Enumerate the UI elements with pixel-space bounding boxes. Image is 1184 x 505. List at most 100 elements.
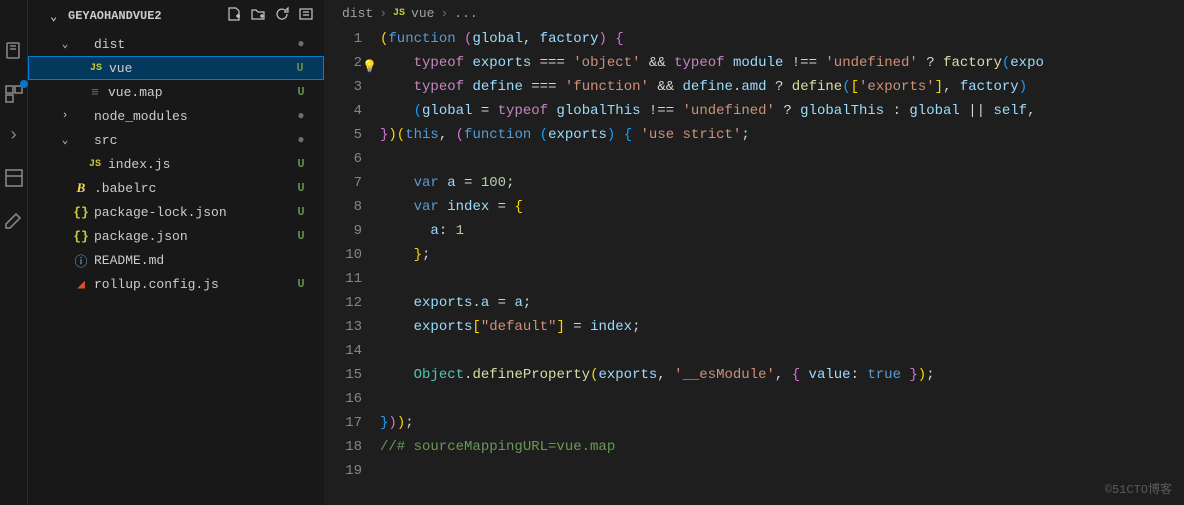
file-label: index.js: [108, 157, 294, 172]
code-line[interactable]: })(this, (function (exports) { 'use stri…: [380, 123, 1184, 147]
file-tree: ⌄dist●JSvueU≡vue.mapU›node_modules●⌄src●…: [28, 32, 324, 505]
line-number: 7: [324, 171, 362, 195]
line-number: 18: [324, 435, 362, 459]
file-vue.map[interactable]: ≡vue.mapU: [28, 80, 324, 104]
code-line[interactable]: (function (global, factory) {: [380, 27, 1184, 51]
line-number: 14: [324, 339, 362, 363]
file-label: vue: [109, 61, 293, 76]
explorer-header[interactable]: ⌄ GEYAOHANDVUE2: [28, 0, 324, 32]
activity-bar: ›: [0, 0, 28, 505]
folder-node_modules[interactable]: ›node_modules●: [28, 104, 324, 128]
file-icon: JS: [86, 159, 104, 170]
code-line[interactable]: [380, 147, 1184, 171]
code-line[interactable]: };: [380, 243, 1184, 267]
chevron-icon: ›: [58, 110, 72, 122]
lightbulb-icon[interactable]: 💡: [362, 55, 377, 79]
file-label: .babelrc: [94, 181, 294, 196]
breadcrumb-part[interactable]: vue: [411, 6, 434, 21]
watermark: ©51CTO博客: [1105, 480, 1172, 497]
collapse-icon[interactable]: [298, 6, 314, 26]
file-vue[interactable]: JSvueU: [28, 56, 324, 80]
line-number: 8: [324, 195, 362, 219]
files-icon[interactable]: [2, 40, 26, 64]
file-icon: B: [72, 180, 90, 196]
line-number: 4: [324, 99, 362, 123]
line-number: 11: [324, 267, 362, 291]
code-line[interactable]: a: 1: [380, 219, 1184, 243]
chevron-right-icon[interactable]: ›: [2, 124, 26, 148]
file-icon: ◢: [72, 277, 90, 292]
code-line[interactable]: [380, 459, 1184, 483]
line-number: 17: [324, 411, 362, 435]
code-line[interactable]: exports["default"] = index;: [380, 315, 1184, 339]
code-line[interactable]: (global = typeof globalThis !== 'undefin…: [380, 99, 1184, 123]
breadcrumb[interactable]: dist › JS vue › ...: [324, 0, 1184, 27]
file-label: dist: [94, 37, 294, 52]
chevron-icon: ⌄: [58, 37, 72, 51]
breadcrumb-part[interactable]: ...: [454, 6, 477, 21]
line-number: 9: [324, 219, 362, 243]
line-number: 10: [324, 243, 362, 267]
file-label: package.json: [94, 229, 294, 244]
file-package.json[interactable]: {}package.jsonU: [28, 224, 324, 248]
code-line[interactable]: [380, 339, 1184, 363]
js-icon: JS: [393, 8, 405, 19]
file-index.js[interactable]: JSindex.jsU: [28, 152, 324, 176]
new-folder-icon[interactable]: [250, 6, 266, 26]
chevron-right-icon: ›: [440, 6, 448, 21]
explorer-sidebar: ⌄ GEYAOHANDVUE2 ⌄dist●JSvueU≡vue.mapU›no…: [28, 0, 324, 505]
file-label: README.md: [94, 253, 294, 268]
code-line[interactable]: 💡 typeof exports === 'object' && typeof …: [380, 51, 1184, 75]
extensions-icon[interactable]: [2, 82, 26, 106]
file-rollup.config.js[interactable]: ◢rollup.config.jsU: [28, 272, 324, 296]
code-line[interactable]: Object.defineProperty(exports, '__esModu…: [380, 363, 1184, 387]
file-label: package-lock.json: [94, 205, 294, 220]
file-icon: {}: [72, 229, 90, 244]
project-name: GEYAOHANDVUE2: [68, 9, 162, 23]
line-number: 15: [324, 363, 362, 387]
line-number: 3: [324, 75, 362, 99]
code-line[interactable]: [380, 387, 1184, 411]
code-line[interactable]: exports.a = a;: [380, 291, 1184, 315]
code-line[interactable]: [380, 267, 1184, 291]
file-.babelrc[interactable]: B.babelrcU: [28, 176, 324, 200]
code-line[interactable]: var index = {: [380, 195, 1184, 219]
line-number: 2: [324, 51, 362, 75]
code-line[interactable]: //# sourceMappingURL=vue.map: [380, 435, 1184, 459]
file-label: src: [94, 133, 294, 148]
code-content[interactable]: (function (global, factory) {💡 typeof ex…: [380, 27, 1184, 505]
line-number: 19: [324, 459, 362, 483]
line-number: 5: [324, 123, 362, 147]
refresh-icon[interactable]: [274, 6, 290, 26]
line-number: 6: [324, 147, 362, 171]
file-package-lock.json[interactable]: {}package-lock.jsonU: [28, 200, 324, 224]
file-label: node_modules: [94, 109, 294, 124]
chevron-right-icon: ›: [379, 6, 387, 21]
explorer-actions: [226, 6, 314, 26]
folder-dist[interactable]: ⌄dist●: [28, 32, 324, 56]
layout-icon[interactable]: [2, 166, 26, 190]
line-number: 12: [324, 291, 362, 315]
line-number: 16: [324, 387, 362, 411]
breadcrumb-part[interactable]: dist: [342, 6, 373, 21]
chevron-down-icon: ⌄: [50, 9, 62, 24]
file-label: rollup.config.js: [94, 277, 294, 292]
file-icon: ⓘ: [72, 251, 90, 270]
editor-area: dist › JS vue › ... 12345678910111213141…: [324, 0, 1184, 505]
file-icon: JS: [87, 63, 105, 74]
file-label: vue.map: [108, 85, 294, 100]
tool-icon[interactable]: [2, 208, 26, 232]
line-number: 1: [324, 27, 362, 51]
folder-src[interactable]: ⌄src●: [28, 128, 324, 152]
code-line[interactable]: var a = 100;: [380, 171, 1184, 195]
file-README.md[interactable]: ⓘ README.md: [28, 248, 324, 272]
file-icon: ≡: [86, 85, 104, 100]
code-line[interactable]: }));: [380, 411, 1184, 435]
chevron-icon: ⌄: [58, 133, 72, 147]
file-icon: {}: [72, 205, 90, 220]
code-editor[interactable]: 12345678910111213141516171819 (function …: [324, 27, 1184, 505]
line-number: 13: [324, 315, 362, 339]
new-file-icon[interactable]: [226, 6, 242, 26]
code-line[interactable]: typeof define === 'function' && define.a…: [380, 75, 1184, 99]
line-gutter: 12345678910111213141516171819: [324, 27, 380, 505]
